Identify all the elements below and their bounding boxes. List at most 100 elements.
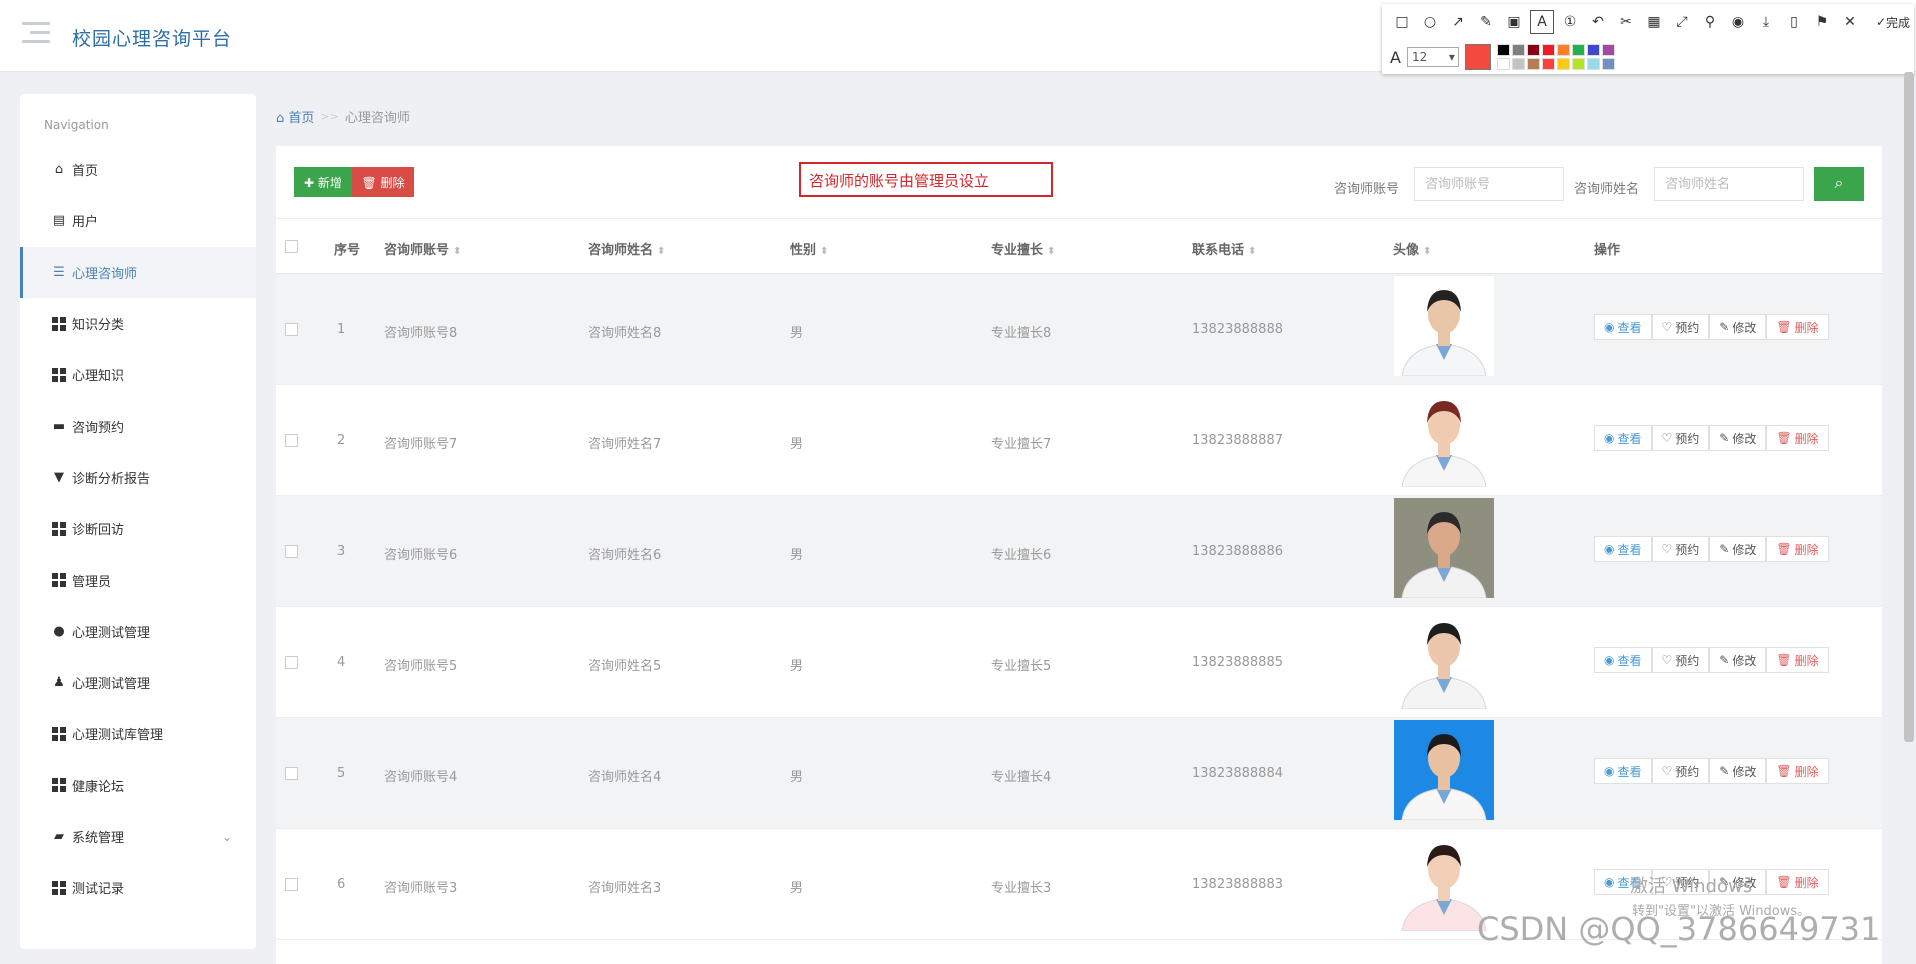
sort-icon[interactable]: ⬍ bbox=[1047, 246, 1055, 257]
search-name-input[interactable] bbox=[1654, 167, 1804, 201]
rectangle-tool-icon[interactable]: □ bbox=[1390, 10, 1414, 34]
delete-button[interactable]: 🗑 删除 bbox=[1766, 758, 1829, 784]
sort-icon[interactable]: ⬍ bbox=[1423, 246, 1431, 257]
delete-button[interactable]: 🗑 删除 bbox=[1766, 314, 1829, 340]
row-checkbox[interactable] bbox=[285, 767, 298, 780]
edit-button[interactable]: ✎ 修改 bbox=[1709, 425, 1767, 451]
color-swatch[interactable] bbox=[1601, 58, 1615, 70]
col-header-specialty[interactable]: 专业擅长 ⬍ bbox=[991, 239, 1055, 258]
edit-button[interactable]: ✎ 修改 bbox=[1709, 758, 1767, 784]
color-swatch[interactable] bbox=[1586, 58, 1600, 70]
sort-icon[interactable]: ⬍ bbox=[820, 246, 828, 257]
sidebar-item-5[interactable]: ▬ 咨询预约 bbox=[20, 400, 256, 451]
book-button[interactable]: ♡ 预约 bbox=[1651, 647, 1710, 673]
sidebar-item-12[interactable]: 健康论坛 bbox=[20, 760, 256, 811]
delete-button[interactable]: 🗑 删除 bbox=[1766, 425, 1829, 451]
edit-button[interactable]: ✎ 修改 bbox=[1709, 314, 1767, 340]
edit-button[interactable]: ✎ 修改 bbox=[1709, 647, 1767, 673]
delete-button[interactable]: 🗑 删除 bbox=[1766, 869, 1829, 895]
sidebar-item-8[interactable]: 管理员 bbox=[20, 554, 256, 605]
color-swatch[interactable] bbox=[1601, 44, 1615, 56]
close-icon[interactable]: ✕ bbox=[1838, 10, 1862, 34]
arrow-tool-icon[interactable]: ↗ bbox=[1446, 10, 1470, 34]
color-swatch[interactable] bbox=[1586, 44, 1600, 56]
sort-icon[interactable]: ⬍ bbox=[1248, 246, 1256, 257]
view-button[interactable]: ◉ 查看 bbox=[1594, 758, 1652, 784]
scroll-capture-icon[interactable]: ⤢ bbox=[1670, 10, 1694, 34]
col-header-account[interactable]: 咨询师账号 ⬍ bbox=[384, 239, 461, 258]
row-checkbox[interactable] bbox=[285, 323, 298, 336]
col-header-phone[interactable]: 联系电话 ⬍ bbox=[1192, 239, 1256, 258]
sidebar-item-2[interactable]: ☰ 心理咨询师 bbox=[20, 246, 256, 298]
color-swatch[interactable] bbox=[1556, 44, 1570, 56]
row-checkbox[interactable] bbox=[285, 545, 298, 558]
sidebar-item-11[interactable]: 心理测试库管理 bbox=[20, 708, 256, 759]
row-checkbox[interactable] bbox=[285, 878, 298, 891]
book-button[interactable]: ♡ 预约 bbox=[1651, 314, 1710, 340]
batch-delete-button[interactable]: 🗑 删除 bbox=[352, 167, 414, 197]
download-icon[interactable]: ⤓ bbox=[1754, 10, 1778, 34]
sidebar-item-6[interactable]: ▼ 诊断分析报告 bbox=[20, 452, 256, 503]
col-header-gender[interactable]: 性别 ⬍ bbox=[790, 239, 828, 258]
sort-icon[interactable]: ⬍ bbox=[453, 246, 461, 257]
undo-icon[interactable]: ↶ bbox=[1586, 10, 1610, 34]
select-all-checkbox[interactable] bbox=[285, 240, 298, 253]
sidebar-item-7[interactable]: 诊断回访 bbox=[20, 503, 256, 554]
book-button[interactable]: ♡ 预约 bbox=[1651, 758, 1710, 784]
sidebar-item-13[interactable]: ▰ 系统管理 ⌄ bbox=[20, 811, 256, 862]
edit-button[interactable]: ✎ 修改 bbox=[1709, 536, 1767, 562]
sidebar-item-14[interactable]: 测试记录 bbox=[20, 862, 256, 913]
sidebar-item-3[interactable]: 知识分类 bbox=[20, 298, 256, 349]
color-swatch[interactable] bbox=[1496, 58, 1510, 70]
sort-icon[interactable]: ⬍ bbox=[657, 246, 665, 257]
mosaic-tool-icon[interactable]: ▣ bbox=[1502, 10, 1526, 34]
done-button[interactable]: ✓ 完成 bbox=[1866, 10, 1916, 34]
color-swatch[interactable] bbox=[1571, 44, 1585, 56]
view-button[interactable]: ◉ 查看 bbox=[1594, 647, 1652, 673]
color-swatch[interactable] bbox=[1526, 58, 1540, 70]
menu-toggle-icon[interactable] bbox=[22, 22, 50, 44]
col-header-name[interactable]: 咨询师姓名 ⬍ bbox=[588, 239, 665, 258]
sidebar-item-0[interactable]: ⌂ 首页 bbox=[20, 144, 256, 195]
page-scrollbar[interactable] bbox=[1904, 72, 1914, 742]
delete-button[interactable]: 🗑 删除 bbox=[1766, 647, 1829, 673]
annotation-text-box[interactable]: 咨询师的账号由管理员设立 bbox=[799, 162, 1053, 197]
current-color-swatch[interactable] bbox=[1464, 44, 1491, 70]
sidebar-item-1[interactable]: ▤ 用户 bbox=[20, 195, 256, 246]
breadcrumb-home[interactable]: ⌂ 首页 bbox=[276, 107, 314, 126]
row-checkbox[interactable] bbox=[285, 656, 298, 669]
view-button[interactable]: ◉ 查看 bbox=[1594, 314, 1652, 340]
color-swatch[interactable] bbox=[1526, 44, 1540, 56]
add-button[interactable]: ✚ 新增 bbox=[294, 167, 352, 197]
sidebar-item-10[interactable]: ♟ 心理测试管理 bbox=[20, 657, 256, 708]
record-icon[interactable]: ◉ bbox=[1726, 10, 1750, 34]
ellipse-tool-icon[interactable]: ○ bbox=[1418, 10, 1442, 34]
font-size-select[interactable]: 12 bbox=[1406, 47, 1459, 67]
color-swatch[interactable] bbox=[1541, 58, 1555, 70]
sidebar-item-9[interactable]: ● 心理测试管理 bbox=[20, 606, 256, 657]
sidebar-item-4[interactable]: 心理知识 bbox=[20, 349, 256, 400]
color-swatch[interactable] bbox=[1511, 44, 1525, 56]
scissors-icon[interactable]: ✂ bbox=[1614, 10, 1638, 34]
delete-button[interactable]: 🗑 删除 bbox=[1766, 536, 1829, 562]
col-header-avatar[interactable]: 头像 ⬍ bbox=[1393, 239, 1431, 258]
color-swatch[interactable] bbox=[1556, 58, 1570, 70]
view-button[interactable]: ◉ 查看 bbox=[1594, 536, 1652, 562]
chevron-down-icon[interactable]: ⌄ bbox=[222, 830, 232, 844]
color-swatch[interactable] bbox=[1496, 44, 1510, 56]
view-button[interactable]: ◉ 查看 bbox=[1594, 425, 1652, 451]
row-checkbox[interactable] bbox=[285, 434, 298, 447]
serial-number-tool-icon[interactable]: ① bbox=[1558, 10, 1582, 34]
text-tool-icon[interactable]: A bbox=[1530, 10, 1554, 34]
search-button[interactable]: ⌕ bbox=[1814, 167, 1864, 201]
ocr-icon[interactable]: ▦ bbox=[1642, 10, 1666, 34]
phone-icon[interactable]: ▯ bbox=[1782, 10, 1806, 34]
book-button[interactable]: ♡ 预约 bbox=[1651, 536, 1710, 562]
color-swatch[interactable] bbox=[1541, 44, 1555, 56]
book-button[interactable]: ♡ 预约 bbox=[1651, 425, 1710, 451]
color-swatch[interactable] bbox=[1571, 58, 1585, 70]
bookmark-icon[interactable]: ⚑ bbox=[1810, 10, 1834, 34]
color-swatch[interactable] bbox=[1511, 58, 1525, 70]
search-account-input[interactable] bbox=[1414, 167, 1564, 201]
pen-tool-icon[interactable]: ✎ bbox=[1474, 10, 1498, 34]
